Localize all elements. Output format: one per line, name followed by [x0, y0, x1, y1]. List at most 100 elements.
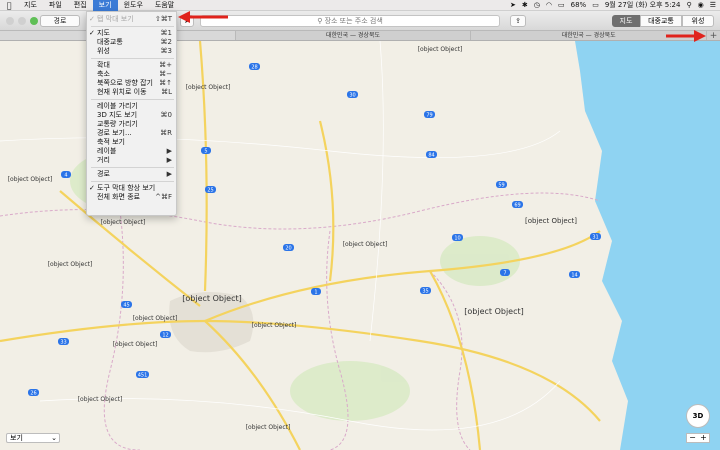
- search-placeholder: 장소 또는 주소 검색: [324, 17, 383, 25]
- search-icon: ⚲: [317, 17, 325, 25]
- map-type-map[interactable]: 지도: [612, 15, 640, 27]
- window-controls: [6, 17, 38, 25]
- wifi-icon[interactable]: ◠: [546, 1, 552, 9]
- menu-bar:  지도 파일 편집 보기 윈도우 도움말 ➤ ✱ ◷ ◠ ▭ 68% ▭ 9월…: [0, 0, 720, 11]
- share-button[interactable]: ⇪: [510, 15, 526, 27]
- shield-1: 1: [311, 288, 321, 296]
- shield-69: 69: [512, 201, 523, 209]
- menu-item-distance[interactable]: 거리 ▶: [87, 156, 178, 165]
- shield-59: 59: [496, 181, 507, 189]
- close-window-icon[interactable]: [6, 17, 14, 25]
- minimize-window-icon[interactable]: [18, 17, 26, 25]
- city-dalseong: [object Object]: [113, 341, 158, 348]
- shield-25: 25: [205, 186, 216, 194]
- shield-10: 10: [452, 234, 463, 242]
- search-input[interactable]: ⚲ 장소 또는 주소 검색: [200, 15, 500, 27]
- spotlight-icon[interactable]: ⚲: [686, 1, 691, 9]
- svg-text:25: 25: [207, 188, 213, 194]
- menu-window[interactable]: 윈도우: [118, 0, 149, 11]
- svg-text:33: 33: [60, 340, 66, 346]
- datetime[interactable]: 9월 27일 (화) 오후 5:24: [605, 0, 681, 10]
- menu-item-3d[interactable]: 3D 지도 보기 ⌘0: [87, 111, 178, 120]
- menu-item-current-location[interactable]: 현재 위치로 이동 ⌘L: [87, 88, 178, 97]
- menu-item-zoom-in[interactable]: 확대 ⌘+: [87, 61, 178, 70]
- menu-item-north-up[interactable]: 북쪽으로 방향 잡기 ⌘↑: [87, 79, 178, 88]
- svg-text:20: 20: [285, 246, 291, 252]
- shield-7: 7: [500, 269, 510, 277]
- menu-file[interactable]: 파일: [43, 0, 68, 11]
- menu-item-always-toolbar[interactable]: ✓ 도구 막대 항상 보기: [87, 184, 178, 193]
- notification-icon[interactable]: ☰: [710, 1, 716, 9]
- map-type-transit[interactable]: 대중교통: [640, 15, 682, 27]
- shield-79: 79: [424, 111, 435, 119]
- menu-item-zoom-out[interactable]: 축소 ⌘−: [87, 70, 178, 79]
- city-seongju: [object Object]: [48, 261, 93, 268]
- menu-item-hide-traffic[interactable]: 교통량 가리기: [87, 120, 178, 129]
- menu-item-exit-fullscreen[interactable]: 전체 화면 종료 ^⌘F: [87, 193, 178, 202]
- map-type-satellite[interactable]: 위성: [682, 15, 714, 27]
- apple-menu-icon[interactable]: : [0, 1, 18, 10]
- checkmark-icon: ✓: [89, 184, 95, 192]
- route-button[interactable]: 경로: [40, 15, 80, 27]
- battery-text[interactable]: 68%: [571, 1, 587, 9]
- tab-2[interactable]: 대한민국 — 경상북도: [234, 31, 471, 40]
- menu-maps[interactable]: 지도: [18, 0, 43, 11]
- city-uiseong: [object Object]: [186, 84, 231, 91]
- svg-text:12: 12: [162, 333, 168, 339]
- menu-item-hide-labels[interactable]: 레이블 가리기: [87, 102, 178, 111]
- shield-28: 28: [249, 63, 260, 71]
- battery-icon[interactable]: ▭: [592, 1, 599, 9]
- zoom-control: − +: [686, 433, 710, 443]
- menu-help[interactable]: 도움말: [149, 0, 180, 11]
- svg-text:28: 28: [251, 65, 257, 71]
- fullscreen-window-icon[interactable]: [30, 17, 38, 25]
- svg-text:59: 59: [498, 183, 504, 189]
- svg-text:1: 1: [314, 290, 317, 296]
- chevron-down-icon: ⌄: [51, 434, 57, 442]
- compass-3d-button[interactable]: 3D: [686, 404, 710, 428]
- view-menu-dropdown: ✓ 탭 막대 보기 ⇧⌘T ✓ 지도 ⌘1 대중교통 ⌘2 위성 ⌘3 확대 ⌘+ 축소 ⌘− …: [86, 11, 177, 216]
- time-machine-icon[interactable]: ◷: [534, 1, 540, 9]
- svg-text:30: 30: [349, 93, 355, 99]
- svg-text:45: 45: [123, 303, 129, 309]
- annotation-arrow-icon: [666, 30, 706, 42]
- city-pohang: [object Object]: [525, 217, 577, 225]
- status-area: ➤ ✱ ◷ ◠ ▭ 68% ▭ 9월 27일 (화) 오후 5:24 ⚲ ◉ ☰: [510, 0, 720, 10]
- location-icon[interactable]: ➤: [510, 1, 516, 9]
- menu-item-satellite[interactable]: 위성 ⌘3: [87, 47, 178, 56]
- city-goryeong: [object Object]: [78, 396, 123, 403]
- menu-edit[interactable]: 편집: [68, 0, 93, 11]
- siri-icon[interactable]: ◉: [698, 1, 704, 9]
- view-select[interactable]: 보기 ⌄: [6, 433, 60, 443]
- svg-text:31: 31: [592, 235, 598, 241]
- city-dalseo: [object Object]: [133, 315, 178, 322]
- shield-451: 451: [136, 371, 149, 379]
- menu-item-map[interactable]: ✓ 지도 ⌘1: [87, 29, 178, 38]
- shield-35: 35: [420, 287, 431, 295]
- menu-view[interactable]: 보기: [92, 0, 118, 11]
- zoom-in-button[interactable]: +: [698, 434, 709, 442]
- city-gyeongju: [object Object]: [464, 307, 524, 316]
- svg-text:451: 451: [138, 373, 148, 379]
- menu-item-tab-bar: ✓ 탭 막대 보기 ⇧⌘T: [89, 15, 172, 23]
- menu-item-transit[interactable]: 대중교통 ⌘2: [87, 38, 178, 47]
- city-cheongdo: [object Object]: [246, 424, 291, 431]
- shield-33: 33: [58, 338, 69, 346]
- shield-4: 4: [61, 171, 71, 179]
- shield-45: 45: [121, 301, 132, 309]
- city-gumi: [object Object]: [8, 176, 53, 183]
- shield-30: 30: [347, 91, 358, 99]
- menu-item-scale[interactable]: 축적 보기: [87, 138, 178, 147]
- menu-item-labels[interactable]: 레이블 ▶: [87, 147, 178, 156]
- menu-item-show-route[interactable]: 경로 보기... ⌘R: [87, 129, 178, 138]
- shield-14: 14: [569, 271, 580, 279]
- svg-text:14: 14: [571, 273, 577, 279]
- new-tab-button[interactable]: +: [706, 31, 720, 41]
- bluetooth-icon[interactable]: ✱: [522, 1, 528, 9]
- city-daegu: [object Object]: [182, 294, 242, 303]
- airplay-icon[interactable]: ▭: [558, 1, 565, 9]
- menu-item-route[interactable]: 경로 ▶: [87, 170, 178, 179]
- zoom-out-button[interactable]: −: [687, 434, 698, 442]
- city-cheongsong: [object Object]: [418, 46, 463, 53]
- svg-text:5: 5: [204, 149, 207, 155]
